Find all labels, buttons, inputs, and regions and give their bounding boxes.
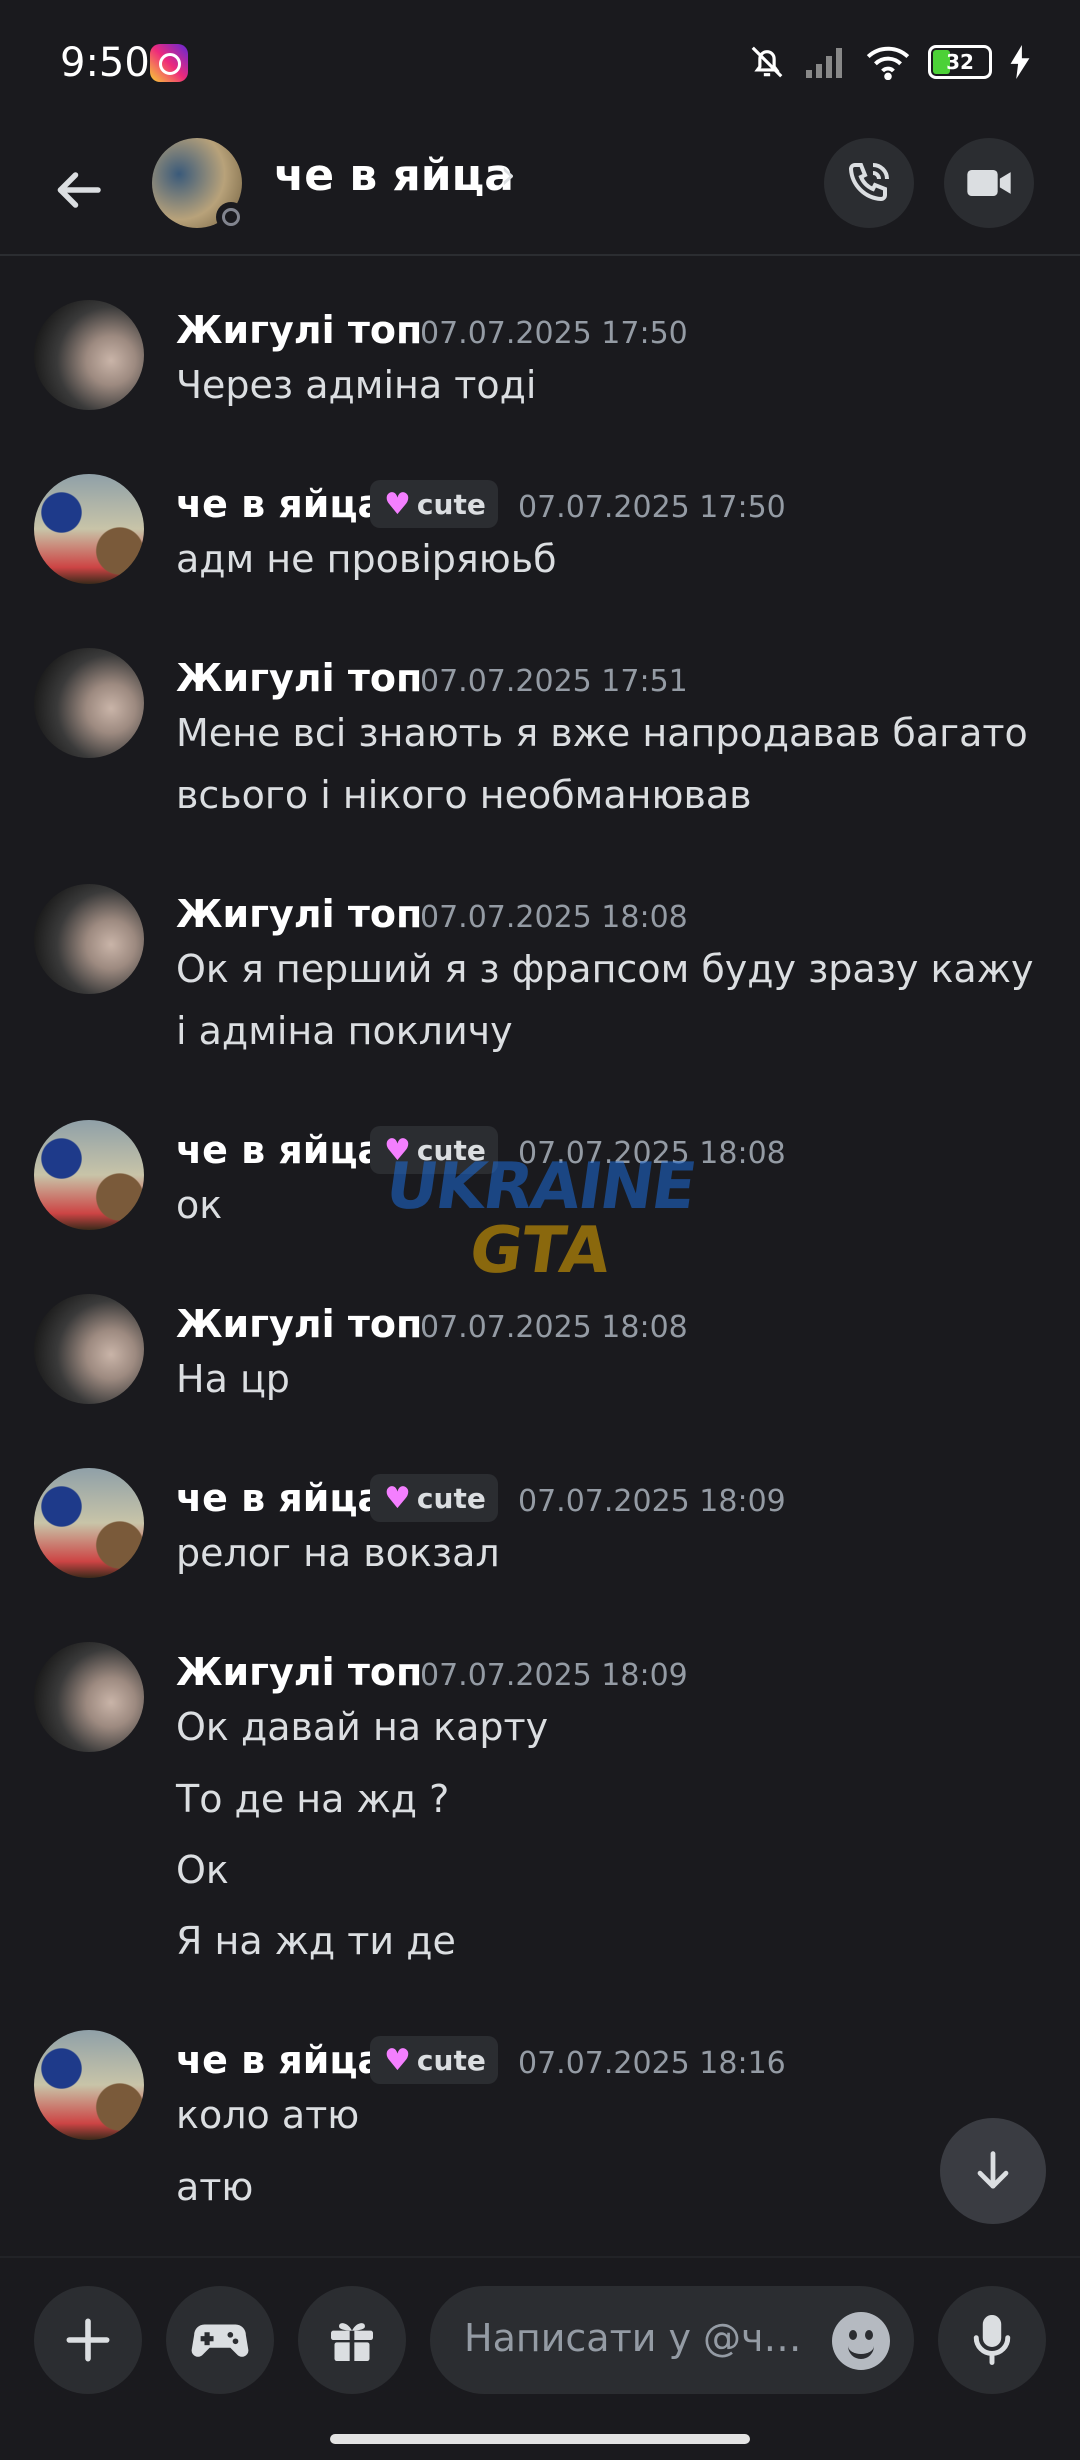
heart-icon: ♥	[384, 1480, 411, 1516]
gamepad-icon	[191, 2324, 249, 2357]
attach-button[interactable]	[34, 2286, 142, 2394]
video-call-button[interactable]	[944, 138, 1034, 228]
message-text[interactable]: релог на вокзал	[176, 1522, 1036, 1584]
message-text[interactable]: адм не провіряюьб	[176, 528, 1036, 590]
video-camera-icon	[967, 170, 1011, 196]
timestamp: 07.07.2025 18:08	[420, 1310, 688, 1345]
back-button[interactable]	[48, 160, 108, 220]
chevron-right-icon[interactable]: ›	[500, 152, 516, 198]
voice-message-button[interactable]	[938, 2286, 1046, 2394]
timestamp: 07.07.2025 18:09	[420, 1658, 688, 1693]
timestamp: 07.07.2025 18:16	[518, 2046, 786, 2081]
avatar[interactable]	[34, 1642, 144, 1752]
message-text[interactable]: То де на жд ?	[176, 1768, 1036, 1830]
status-bar: 9:50 32	[0, 0, 1080, 130]
author-name[interactable]: Жигулі топ	[176, 308, 422, 352]
message-input-placeholder: Написати у @че в яйца	[464, 2316, 804, 2360]
status-offline-icon	[216, 202, 246, 232]
message-text[interactable]: Ок	[176, 1839, 1036, 1901]
author-name[interactable]: че в яйца	[176, 482, 383, 526]
message-text[interactable]: Мене всі знають я вже напродавав багато …	[176, 702, 1036, 826]
timestamp: 07.07.2025 17:50	[518, 490, 786, 525]
message-text[interactable]: коло атю	[176, 2084, 1036, 2146]
author-name[interactable]: че в яйца	[176, 2038, 383, 2082]
message-text[interactable]: На цр	[176, 1348, 1036, 1410]
status-icons: 32	[748, 40, 1030, 84]
gift-button[interactable]	[298, 2286, 406, 2394]
charging-icon	[1010, 45, 1030, 79]
microphone-icon	[973, 2315, 1011, 2365]
tag-label: cute	[416, 2043, 486, 2077]
avatar[interactable]	[34, 1294, 144, 1404]
author-name[interactable]: Жигулі топ	[176, 892, 422, 936]
timestamp: 07.07.2025 18:08	[420, 900, 688, 935]
message-text[interactable]: Ок я перший я з фрапсом буду зразу кажу …	[176, 938, 1036, 1062]
user-tag[interactable]: ♥ cute	[370, 480, 498, 528]
timestamp: 07.07.2025 17:50	[420, 316, 688, 351]
message-text[interactable]: атю	[176, 2156, 1036, 2218]
timestamp: 07.07.2025 18:09	[518, 1484, 786, 1519]
gift-icon	[331, 2323, 373, 2361]
smiley-icon[interactable]	[832, 2312, 890, 2370]
author-name[interactable]: Жигулі топ	[176, 656, 422, 700]
plus-icon	[66, 2318, 110, 2362]
author-name[interactable]: че в яйца	[176, 1128, 383, 1172]
chat-header: че в яйца ›	[0, 130, 1080, 256]
header-avatar[interactable]	[152, 138, 246, 232]
tag-label: cute	[416, 487, 486, 521]
signal-icon	[806, 48, 842, 78]
heart-icon: ♥	[384, 486, 411, 522]
heart-icon: ♥	[384, 2042, 411, 2078]
avatar[interactable]	[34, 1468, 144, 1578]
author-name[interactable]: Жигулі топ	[176, 1650, 422, 1694]
avatar[interactable]	[34, 884, 144, 994]
watermark-line-1: UKRAINE	[381, 1150, 699, 1224]
watermark-logo: UKRAINE GTA	[380, 1150, 700, 1310]
timestamp: 07.07.2025 17:51	[420, 664, 688, 699]
avatar[interactable]	[34, 474, 144, 584]
message-composer: Написати у @че в яйца	[0, 2256, 1080, 2418]
home-indicator[interactable]	[330, 2434, 750, 2444]
message-input[interactable]: Написати у @че в яйца	[430, 2286, 914, 2394]
user-tag[interactable]: ♥ cute	[370, 2036, 498, 2084]
avatar[interactable]	[34, 2030, 144, 2140]
arrow-down-icon	[977, 2151, 1009, 2189]
scroll-to-bottom-button[interactable]	[940, 2118, 1046, 2224]
message-text[interactable]: Ок давай на карту	[176, 1696, 1036, 1758]
tag-label: cute	[416, 1481, 486, 1515]
avatar[interactable]	[34, 1120, 144, 1230]
user-tag[interactable]: ♥ cute	[370, 1474, 498, 1522]
watermark-line-2: GTA	[464, 1214, 616, 1288]
voice-call-button[interactable]	[824, 138, 914, 228]
battery-icon: 32	[928, 45, 992, 79]
battery-level: 32	[946, 50, 974, 74]
wifi-icon	[866, 46, 910, 80]
message-text[interactable]: Я на жд ти де	[176, 1910, 1036, 1972]
activities-button[interactable]	[166, 2286, 274, 2394]
instagram-notification-icon	[150, 44, 188, 82]
message-text[interactable]: Через адміна тоді	[176, 354, 1036, 416]
status-time: 9:50	[60, 40, 150, 86]
arrow-left-icon	[57, 172, 101, 208]
author-name[interactable]: че в яйца	[176, 1476, 383, 1520]
muted-bell-icon	[751, 46, 783, 78]
avatar[interactable]	[34, 648, 144, 758]
phone-icon	[848, 163, 889, 202]
chat-title[interactable]: че в яйца	[274, 150, 514, 201]
avatar[interactable]	[34, 300, 144, 410]
